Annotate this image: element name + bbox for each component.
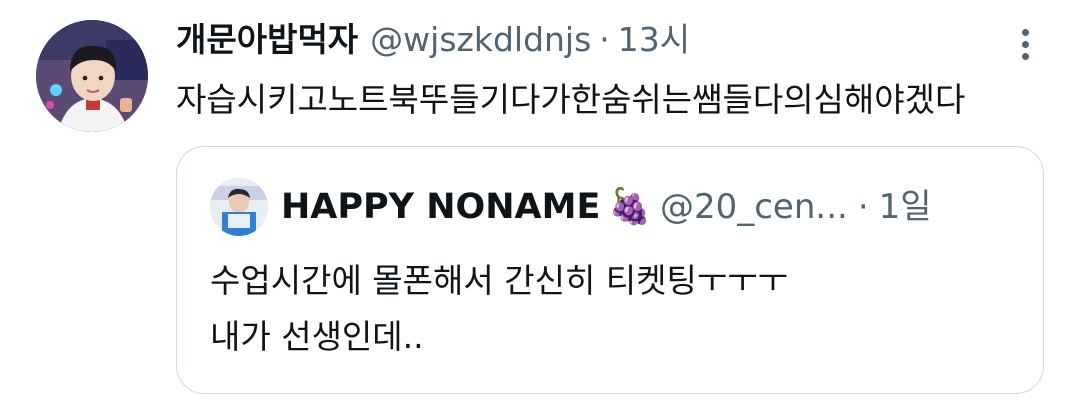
author-name[interactable]: 개문아밥먹자: [176, 16, 358, 64]
quoted-text-line-1: 수업시간에 몰폰해서 간신히 티켓팅ㅜㅜㅜ: [210, 261, 788, 300]
tweet-header: 개문아밥먹자 @wjszkdldnjs · 13시: [176, 16, 690, 64]
quoted-timestamp[interactable]: 1일: [879, 183, 932, 231]
tweet-text: 자습시키고노트북뚜들기다가한숨쉬는쌤들다의심해야겠다: [176, 80, 966, 119]
quoted-separator-dot: ·: [857, 187, 869, 227]
separator-dot: ·: [599, 20, 610, 59]
quoted-author-name[interactable]: HAPPY NONAME: [281, 183, 600, 231]
timestamp[interactable]: 13시: [618, 16, 690, 64]
quoted-tweet-text: 수업시간에 몰폰해서 간신히 티켓팅ㅜㅜㅜ 내가 선생인데..: [210, 253, 788, 365]
quoted-header: HAPPY NONAME 🍇 @20_cen... · 1일: [281, 183, 932, 231]
author-handle[interactable]: @wjszkdldnjs: [370, 16, 591, 64]
quoted-tweet[interactable]: HAPPY NONAME 🍇 @20_cen... · 1일 수업시간에 몰폰해…: [176, 146, 1044, 394]
quoted-text-line-2: 내가 선생인데..: [210, 317, 424, 356]
grapes-icon: 🍇: [608, 187, 652, 227]
quoted-author-handle[interactable]: @20_cen...: [660, 183, 848, 231]
more-vertical-icon[interactable]: [1010, 22, 1040, 66]
avatar[interactable]: [36, 20, 148, 132]
quoted-avatar[interactable]: [210, 178, 268, 236]
